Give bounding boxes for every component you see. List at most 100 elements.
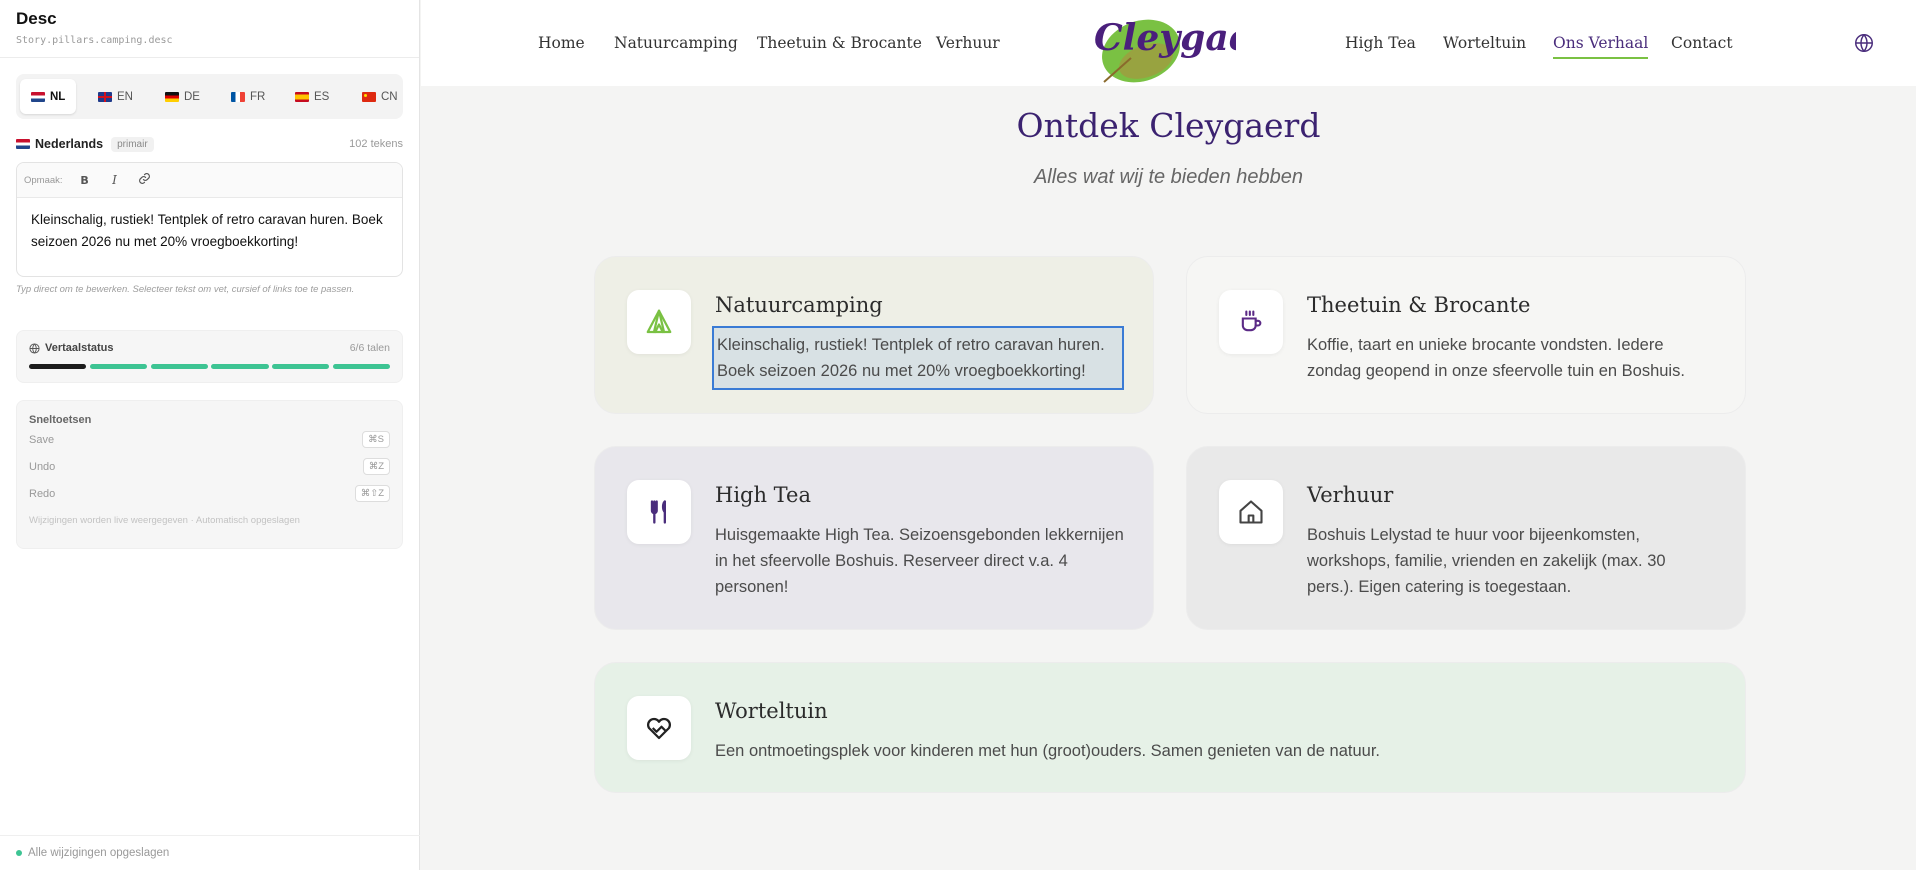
progress-segment-de [150,364,208,369]
shortcut-save: Save ⌘S [29,426,390,453]
nav-verhuur[interactable]: Verhuur [936,34,1000,52]
progress-segment-nl [29,364,87,369]
tab-label: ES [314,90,330,103]
current-language-row: Nederlands primair 102 tekens [16,135,403,153]
site-navbar: Home Natuurcamping Theetuin & Brocante V… [421,0,1916,86]
flag-nl-icon [16,139,30,149]
saved-dot-icon [16,850,22,856]
save-status: Alle wijzigingen opgeslagen [0,835,420,870]
shortcuts-title: Sneltoetsen [29,414,92,426]
card-high-tea[interactable]: High Tea Huisgemaakte High Tea. Seizoens… [594,446,1154,630]
italic-button[interactable]: I [107,173,123,187]
status-count: 6/6 talen [349,342,390,354]
nav-natuurcamping[interactable]: Natuurcamping [614,34,738,52]
card-icon-box [627,480,691,544]
card-icon-box [1219,480,1283,544]
tab-language-es[interactable]: ES [284,79,340,114]
format-label: Opmaak: [24,174,63,186]
card-title: Theetuin & Brocante [1307,293,1531,317]
field-title: Desc [16,9,57,28]
card-text-selected[interactable]: Kleinschalig, rustiek! Tentplek of retro… [712,326,1124,390]
editor-header: Desc Story.pillars.camping.desc [0,0,419,58]
progress-segment-es [272,364,330,369]
status-title: Vertaalstatus [45,342,114,354]
translation-editor-panel: Desc Story.pillars.camping.desc NL EN DE… [0,0,420,870]
tab-label: NL [50,90,66,103]
house-icon [1239,500,1263,524]
flag-de-icon [165,91,179,102]
shortcuts-note: Wijzigingen worden live weergegeven · Au… [29,515,300,526]
card-title: Verhuur [1307,483,1394,507]
card-title: Natuurcamping [715,293,883,317]
char-count: 102 tekens [349,138,403,150]
nav-worteltuin[interactable]: Worteltuin [1443,34,1526,52]
shortcut-label: Undo [29,460,56,473]
progress-segment-en [89,364,147,369]
tab-language-nl[interactable]: NL [20,79,77,114]
nav-contact[interactable]: Contact [1671,34,1733,52]
shortcut-redo: Redo ⌘⇧Z [29,480,390,507]
primary-badge: primair [111,136,154,152]
card-text: Een ontmoetingsplek voor kinderen met hu… [715,742,1381,760]
progress-segment-fr [211,364,269,369]
text-input[interactable]: Kleinschalig, rustiek! Tentplek of retro… [17,198,402,264]
field-key: Story.pillars.camping.desc [16,35,173,46]
logo-text: Cleygaerd [1094,17,1236,59]
tab-label: EN [117,90,133,103]
card-icon-box [627,290,691,354]
shortcut-label: Save [29,433,55,446]
card-icon-box [1219,290,1283,354]
hero-title: Ontdek Cleygaerd [1016,106,1321,145]
tab-label: FR [250,90,266,103]
tab-language-de[interactable]: DE [154,79,211,114]
cleygaerd-logo[interactable]: Cleygaerd [1086,6,1236,84]
card-theetuin-brocante[interactable]: Theetuin & Brocante Koffie, taart en uni… [1186,256,1746,414]
card-text: Boshuis Lelystad te huur voor bijeenkoms… [1307,526,1666,596]
bold-button[interactable]: B [77,174,93,187]
nav-home[interactable]: Home [538,34,585,52]
flag-fr-icon [231,91,245,102]
tent-icon [646,309,672,334]
progress-segment-cn [332,364,390,369]
link-button[interactable] [137,172,153,188]
card-icon-box [627,696,691,760]
link-icon [139,173,150,184]
current-language-name: Nederlands [35,137,104,151]
save-status-text: Alle wijzigingen opgeslagen [28,847,170,859]
globe-icon [29,342,40,354]
shortcut-key: ⌘Z [362,458,390,475]
card-title: Worteltuin [715,699,828,723]
tab-language-en[interactable]: EN [87,79,144,114]
card-worteltuin[interactable]: Worteltuin Een ontmoetingsplek voor kind… [594,662,1746,793]
format-toolbar: Opmaak: B I [17,163,402,198]
coffee-cup-icon [1241,310,1262,332]
hero-subtitle: Alles wat wij te bieden hebben [1033,166,1304,188]
flag-cn-icon [362,91,376,102]
tab-label: DE [184,90,200,103]
rich-text-editor: Opmaak: B I Kleinschalig, rustiek! Tentp… [16,162,403,277]
card-text: Huisgemaakte High Tea. Seizoensgebonden … [715,526,1124,596]
card-verhuur[interactable]: Verhuur Boshuis Lelystad te huur voor bi… [1186,446,1746,630]
shortcut-label: Redo [29,487,56,500]
translation-status: Vertaalstatus 6/6 talen [16,330,403,383]
flag-en-icon [98,91,112,102]
tab-language-cn[interactable]: CN [351,79,403,114]
status-progress-bars [29,364,390,369]
shortcut-key: ⌘S [362,431,390,448]
nav-theetuin-brocante[interactable]: Theetuin & Brocante [757,34,922,52]
shortcuts-panel: Sneltoetsen Save ⌘S Undo ⌘Z Redo ⌘⇧Z Wij… [16,400,403,549]
card-natuurcamping[interactable]: Natuurcamping Kleinschalig, rustiek! Ten… [594,256,1154,414]
language-globe-icon[interactable] [1853,32,1875,54]
tab-label: CN [381,90,398,103]
card-text: Koffie, taart en unieke brocante vondste… [1307,336,1685,380]
flag-es-icon [295,91,309,102]
edit-hint: Typ direct om te bewerken. Selecteer tek… [16,284,355,295]
tab-language-fr[interactable]: FR [220,79,276,114]
nav-high-tea[interactable]: High Tea [1345,34,1416,52]
cutlery-icon [650,500,666,524]
shortcut-undo: Undo ⌘Z [29,453,390,480]
card-title: High Tea [715,483,811,507]
flag-nl-icon [31,91,45,102]
nav-ons-verhaal[interactable]: Ons Verhaal [1553,34,1649,59]
heart-hands-icon [646,717,672,740]
